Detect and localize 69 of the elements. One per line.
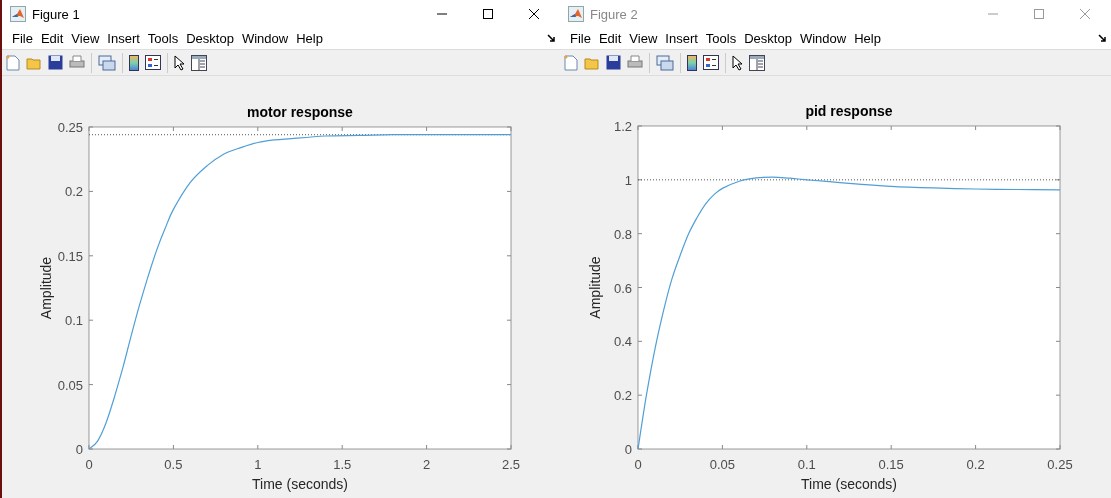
menu-item[interactable]: Insert: [103, 31, 144, 47]
legend-icon[interactable]: [703, 55, 719, 71]
link-figure-icon[interactable]: [656, 54, 674, 71]
window-title: Figure 2: [590, 6, 638, 22]
dock-arrow-icon[interactable]: [1098, 34, 1107, 44]
tick-label: 0.15: [57, 248, 83, 264]
tick-label: 0.4: [613, 334, 632, 350]
tick-label: 0.25: [57, 120, 83, 135]
tick-label: 0.25: [1047, 457, 1073, 472]
menu-item[interactable]: Edit: [36, 31, 68, 47]
link-figure-icon[interactable]: [98, 54, 116, 71]
matlab-logo-icon: [10, 6, 26, 23]
tick-label: 1: [254, 457, 262, 472]
tick-label: 0.05: [709, 457, 736, 472]
save-icon[interactable]: [48, 55, 63, 71]
menu-item[interactable]: Desktop: [740, 31, 796, 47]
colorbar-icon[interactable]: [687, 54, 697, 71]
dock-arrow-icon[interactable]: [547, 34, 556, 44]
tick-label: 0.2: [64, 184, 83, 200]
tick-label: 0: [634, 457, 642, 472]
menu-item[interactable]: Tools: [701, 31, 741, 47]
tick-label: 2: [423, 457, 431, 472]
tick-label: 0.2: [613, 388, 632, 404]
tick-label: 0.1: [797, 457, 816, 472]
menu-item[interactable]: Help: [292, 31, 327, 47]
maximize-icon[interactable]: [482, 8, 494, 21]
colorbar-icon[interactable]: [129, 54, 139, 71]
legend-icon[interactable]: [145, 55, 161, 71]
menu-item[interactable]: View: [67, 31, 104, 47]
menu-item[interactable]: Window: [795, 31, 851, 47]
save-icon[interactable]: [606, 55, 621, 71]
chart-title: pid response: [805, 103, 893, 119]
close-icon[interactable]: [528, 8, 540, 21]
tick-label: 0: [85, 457, 93, 472]
matlab-logo-icon: [568, 6, 584, 23]
tick-label: 0: [75, 442, 83, 457]
tick-label: 2.5: [501, 457, 521, 472]
tick-label: 1: [624, 172, 632, 188]
property-editor-icon[interactable]: [191, 54, 207, 71]
tick-label: 1.2: [613, 119, 632, 134]
tick-label: 0: [624, 442, 632, 457]
property-editor-icon[interactable]: [749, 54, 765, 71]
menu-item[interactable]: Help: [850, 31, 885, 47]
tick-label: 0.6: [613, 280, 632, 296]
axis-label: Amplitude: [38, 256, 54, 320]
axis-label: Time (seconds): [252, 476, 348, 492]
menu-item[interactable]: Insert: [661, 31, 702, 47]
tick-label: 0.5: [164, 457, 183, 472]
tick-label: 0.2: [966, 457, 985, 472]
chart-title: motor response: [247, 104, 353, 120]
menu-item[interactable]: Tools: [143, 31, 183, 47]
menu-item[interactable]: Desktop: [182, 31, 238, 47]
window-title: Figure 1: [32, 6, 80, 22]
axis-label: Amplitude: [587, 256, 603, 319]
print-icon[interactable]: [627, 55, 643, 71]
axis-label: Time (seconds): [801, 476, 897, 492]
print-icon[interactable]: [69, 55, 85, 71]
tick-label: 0.8: [613, 226, 632, 242]
menu-item[interactable]: Edit: [594, 31, 626, 47]
menu-item[interactable]: File: [8, 31, 37, 47]
tick-label: 1.5: [333, 457, 352, 472]
pointer-icon[interactable]: [732, 54, 743, 71]
tick-label: 0.15: [878, 457, 904, 472]
menu-item[interactable]: File: [566, 31, 595, 47]
pointer-icon[interactable]: [174, 54, 185, 71]
tick-label: 0.05: [57, 377, 83, 393]
menu-item[interactable]: Window: [237, 31, 293, 47]
tick-label: 0.1: [64, 313, 83, 329]
menu-item[interactable]: View: [625, 31, 662, 47]
